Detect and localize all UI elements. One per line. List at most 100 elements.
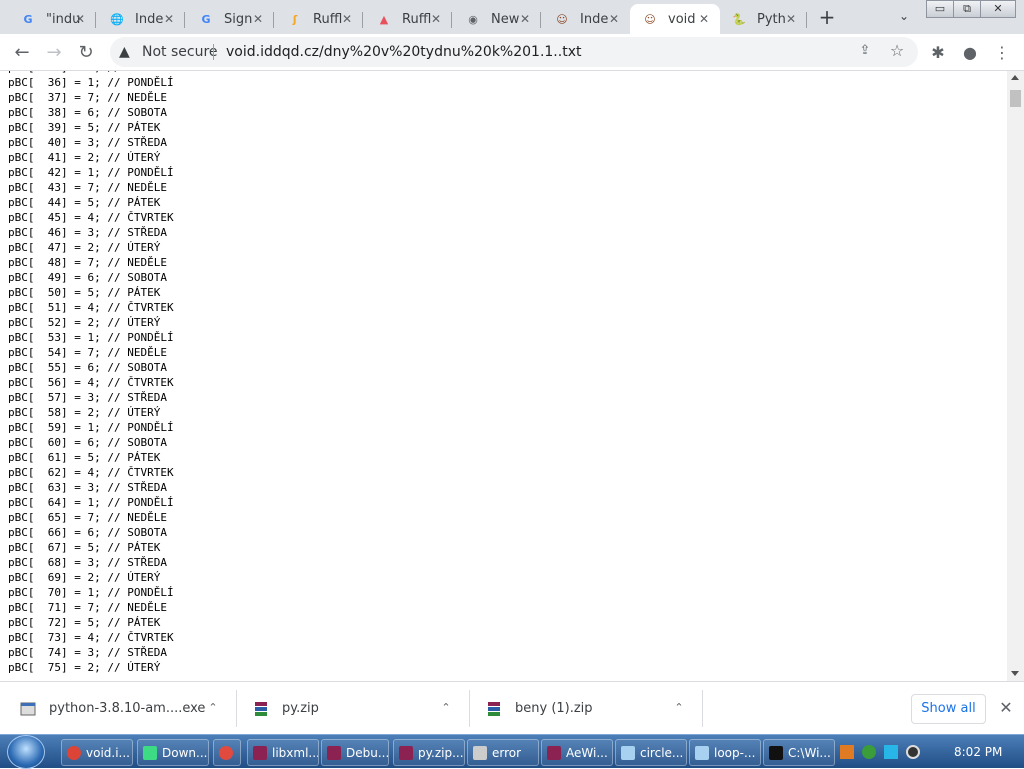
taskbar-item-label: error — [492, 745, 522, 760]
back-button[interactable]: ← — [10, 41, 34, 65]
text-line: pBC[ 44] = 5; // PÁTEK — [8, 196, 161, 209]
maximize-button[interactable]: ⧉ — [953, 0, 981, 18]
taskbar-item[interactable]: void.i... — [61, 739, 133, 766]
close-window-button[interactable]: ✕ — [980, 0, 1016, 18]
show-all-button[interactable]: Show all — [911, 694, 986, 724]
browser-tab[interactable]: ◉ New ✕ — [453, 4, 541, 34]
share-icon[interactable]: ⇪ — [856, 43, 874, 61]
tab-strip: G "indu ✕ 🌐 Inde ✕ G Sign ✕ ʃ Ruffl ✕ ▲ Ruffl ✕ ◉ New ✕ ☺ I… — [0, 0, 1024, 34]
menu-icon[interactable]: ⋮ — [990, 41, 1014, 65]
taskbar-item-label: Down... — [162, 745, 208, 760]
notepad-icon — [621, 745, 635, 760]
close-downloads-icon[interactable]: ✕ — [998, 699, 1014, 717]
taskbar-item[interactable] — [213, 739, 241, 766]
browser-tab[interactable]: ▲ Ruffl ✕ — [364, 4, 452, 34]
download-item[interactable]: py.zip ⌃ — [252, 682, 467, 735]
browser-tab[interactable]: ʃ Ruffl ✕ — [275, 4, 363, 34]
google-icon: G — [23, 12, 33, 26]
taskbar-item[interactable]: py.zip... — [393, 739, 465, 766]
text-line: pBC[ 42] = 1; // PONDĚLÍ — [8, 166, 174, 179]
text-line: pBC[ 55] = 6; // SOBOTA — [8, 361, 167, 374]
system-tray: 8:02 PM — [838, 739, 1018, 766]
taskbar-item[interactable]: Down... — [137, 739, 209, 766]
extensions-icon[interactable]: ✱ — [926, 41, 950, 65]
scroll-up-arrow-icon[interactable] — [1011, 75, 1019, 80]
browser-tab[interactable]: G "indu ✕ — [8, 4, 96, 34]
reload-button[interactable]: ↻ — [74, 41, 98, 65]
cmd-icon — [769, 745, 783, 760]
warning-icon[interactable]: ▲ — [119, 44, 135, 60]
scrollbar-thumb[interactable] — [1010, 90, 1021, 107]
downloads-bar: python-3.8.10-am....exe ⌃ py.zip ⌃ beny … — [0, 681, 1024, 734]
minimize-button[interactable]: ▭ — [926, 0, 954, 18]
taskbar-item[interactable]: Debu... — [321, 739, 389, 766]
divider — [702, 690, 703, 727]
tab-close-icon[interactable]: ✕ — [606, 11, 622, 27]
download-item[interactable]: python-3.8.10-am....exe ⌃ — [19, 682, 234, 735]
download-item[interactable]: beny (1).zip ⌃ — [485, 682, 700, 735]
google-icon: G — [201, 12, 211, 26]
winrar-icon — [255, 701, 267, 716]
winrar-icon — [488, 701, 500, 716]
tray-volume-icon[interactable] — [906, 745, 920, 759]
python-icon: 🐍 — [732, 12, 746, 26]
tab-separator — [184, 12, 185, 28]
chevron-up-icon[interactable]: ⌃ — [205, 700, 221, 716]
text-line: pBC[ 69] = 2; // ÚTERÝ — [8, 571, 161, 584]
text-line: pBC[ 38] = 6; // SOBOTA — [8, 106, 167, 119]
clock[interactable]: 8:02 PM — [954, 745, 1002, 759]
tray-security-icon[interactable] — [862, 745, 876, 759]
console-icon — [473, 745, 487, 760]
tab-close-icon[interactable]: ✕ — [783, 11, 799, 27]
vertical-scrollbar[interactable] — [1007, 71, 1024, 681]
browser-tab[interactable]: 🌐 Inde ✕ — [97, 4, 185, 34]
forward-button[interactable]: → — [42, 41, 66, 65]
taskbar-item-label: py.zip... — [418, 745, 464, 760]
tab-close-icon[interactable]: ✕ — [250, 11, 266, 27]
security-label[interactable]: Not secure — [142, 44, 218, 60]
taskbar-item-label: loop-... — [714, 745, 756, 760]
text-line: pBC[ 46] = 3; // STŘEDA — [8, 226, 167, 239]
taskbar-item[interactable]: libxml... — [247, 739, 319, 766]
tab-search-button[interactable]: ⌄ — [894, 9, 914, 25]
globe-icon: 🌐 — [110, 12, 124, 26]
text-line: pBC[ 74] = 3; // STŘEDA — [8, 646, 167, 659]
browser-tab[interactable]: ☺ Inde ✕ — [542, 4, 630, 34]
text-line: pBC[ 56] = 4; // ČTVRTEK — [8, 376, 174, 389]
start-button[interactable] — [7, 735, 45, 769]
text-line: pBC[ 65] = 7; // NEDĚLE — [8, 511, 167, 524]
taskbar-item[interactable]: circle... — [615, 739, 687, 766]
text-line: pBC[ 61] = 5; // PÁTEK — [8, 451, 161, 464]
browser-tab[interactable]: G Sign ✕ — [186, 4, 274, 34]
chevron-up-icon[interactable]: ⌃ — [438, 700, 454, 716]
text-line: pBC[ 48] = 7; // NEDĚLE — [8, 256, 167, 269]
divider — [469, 690, 470, 727]
tray-network-icon[interactable] — [884, 745, 898, 759]
profile-avatar[interactable]: ● — [958, 41, 982, 65]
tab-close-icon[interactable]: ✕ — [72, 11, 88, 27]
bookmark-star-icon[interactable]: ☆ — [888, 41, 906, 60]
scroll-down-arrow-icon[interactable] — [1011, 671, 1019, 676]
tab-close-icon[interactable]: ✕ — [696, 11, 712, 27]
browser-tab[interactable]: ☺ void ✕ — [630, 4, 720, 34]
chevron-up-icon[interactable]: ⌃ — [671, 700, 687, 716]
tab-close-icon[interactable]: ✕ — [161, 11, 177, 27]
taskbar-item[interactable]: error — [467, 739, 539, 766]
face-icon: ☺ — [556, 12, 568, 26]
tab-separator — [362, 12, 363, 28]
taskbar-item[interactable]: AeWi... — [541, 739, 613, 766]
new-tab-button[interactable]: + — [815, 6, 839, 28]
tab-close-icon[interactable]: ✕ — [339, 11, 355, 27]
url-text[interactable]: void.iddqd.cz/dny%20v%20tydnu%20k%201.1.… — [226, 44, 581, 60]
download-filename: beny (1).zip — [515, 701, 593, 716]
browser-tab[interactable]: 🐍 Pyth ✕ — [719, 4, 807, 34]
tab-separator — [451, 12, 452, 28]
tab-close-icon[interactable]: ✕ — [428, 11, 444, 27]
chrome-icon — [67, 745, 81, 760]
tray-app-icon[interactable] — [840, 745, 854, 759]
ruffle-icon: ʃ — [292, 12, 298, 26]
address-bar[interactable]: ▲ Not secure void.iddqd.cz/dny%20v%20tyd… — [110, 37, 918, 67]
taskbar-item[interactable]: loop-... — [689, 739, 761, 766]
taskbar-item[interactable]: C:\Wi... — [763, 739, 835, 766]
tab-close-icon[interactable]: ✕ — [517, 11, 533, 27]
